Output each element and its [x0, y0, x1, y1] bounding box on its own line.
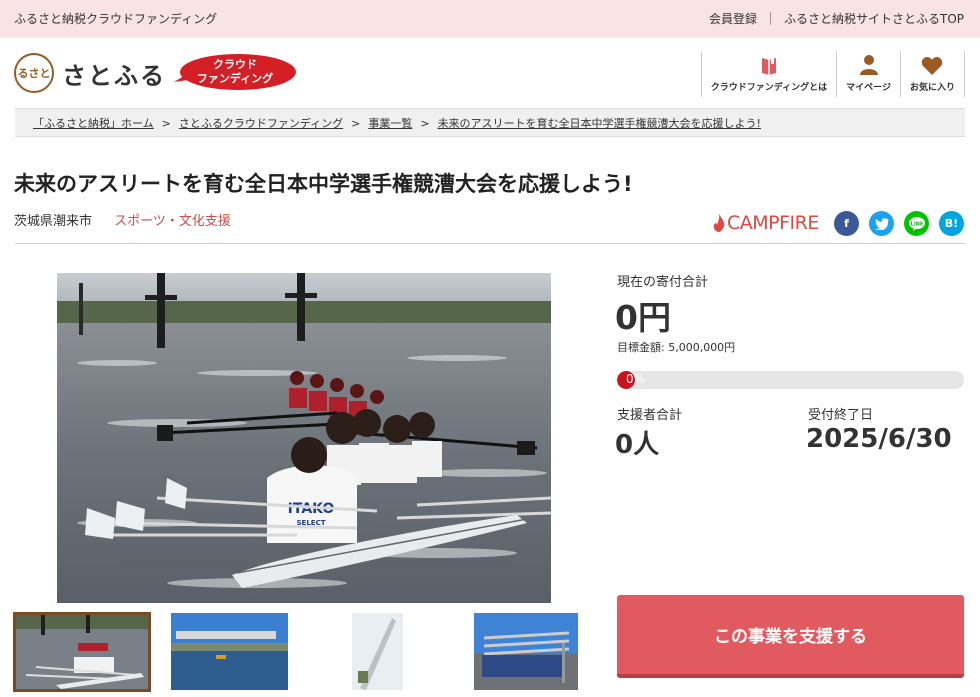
satofull-logo-mark[interactable]: るさと	[14, 53, 54, 93]
campfire-logo[interactable]: CAMPFIRE	[713, 212, 819, 234]
member-register-link[interactable]: 会員登録	[709, 10, 757, 27]
breadcrumb-projects[interactable]: 事業一覧	[368, 117, 412, 130]
divider	[15, 243, 965, 244]
badge-line-2: ファンディング	[196, 72, 274, 85]
svg-text:LINE: LINE	[910, 221, 923, 227]
thumbnail-boat-rack-image	[474, 613, 578, 690]
campfire-text: CAMPFIRE	[727, 212, 819, 234]
rowing-photo-image: ITAKO SELECT	[57, 273, 551, 603]
total-donation-value: 0円	[615, 298, 671, 337]
progress-bar: 0%	[617, 371, 964, 389]
header-nav: クラウドファンディングとは マイページ お気に入り	[700, 51, 965, 97]
speech-bubble-icon: LINE	[908, 216, 925, 231]
logo-mark-text: るさと	[17, 66, 51, 80]
twitter-share-icon[interactable]	[869, 211, 894, 236]
thumbnail-rowing-image	[16, 615, 148, 689]
nav-label: マイページ	[846, 83, 891, 93]
satofull-logo-text[interactable]: さとふる	[62, 56, 166, 91]
prefecture-label: 茨城県潮来市	[14, 214, 93, 229]
site-tagline: ふるさと納税クラウドファンディング	[14, 12, 218, 26]
thumbnail-2[interactable]	[171, 613, 288, 690]
supporters-label: 支援者合計	[617, 408, 683, 423]
crowdfunding-badge[interactable]: クラウド ファンディング	[172, 52, 298, 92]
main-photo: ITAKO SELECT	[57, 273, 551, 603]
social-share: f LINE B!	[834, 211, 974, 236]
thumbnail-4[interactable]	[474, 613, 578, 690]
breadcrumb-crowdfunding[interactable]: さとふるクラウドファンディング	[179, 117, 343, 130]
breadcrumb-sep: >	[420, 117, 430, 130]
thumbnail-oar-image	[352, 613, 403, 690]
nav-label: クラウドファンディングとは	[710, 83, 828, 93]
badge-line-1: クラウド	[213, 58, 257, 71]
top-links: 会員登録 ふるさと納税サイトさとふるTOP	[709, 10, 964, 27]
flame-icon	[713, 214, 725, 232]
page-title: 未来のアスリートを育む全日本中学選手権競漕大会を応援しよう!	[14, 172, 633, 196]
project-meta: 茨城県潮来市 スポーツ・文化支援	[14, 210, 231, 229]
line-share-icon[interactable]: LINE	[904, 211, 929, 236]
category-link[interactable]: スポーツ・文化支援	[114, 214, 231, 229]
bird-icon	[874, 217, 889, 230]
top-bar: ふるさと納税クラウドファンディング 会員登録 ふるさと納税サイトさとふるTOP	[0, 0, 980, 38]
divider	[769, 12, 771, 25]
breadcrumb-sep: >	[351, 117, 361, 130]
supporters-value: 0人	[615, 430, 660, 460]
total-donation-label: 現在の寄付合計	[617, 275, 709, 290]
deadline-value: 2025/6/30	[806, 424, 952, 454]
book-icon	[761, 56, 776, 75]
nav-label: お気に入り	[909, 83, 955, 93]
site-header: るさと さとふる クラウド ファンディング クラウドファンディングとは マイペー…	[0, 38, 980, 106]
nav-favorites[interactable]: お気に入り	[899, 51, 965, 97]
nav-mypage[interactable]: マイページ	[836, 51, 900, 97]
breadcrumb-sep: >	[161, 117, 171, 130]
support-project-button[interactable]: この事業を支援する	[617, 595, 964, 678]
deadline-label: 受付終了日	[808, 408, 874, 423]
goal-amount: 目標金額: 5,000,000円	[617, 341, 736, 354]
thumbnail-1[interactable]	[13, 612, 151, 692]
hatena-glyph: B!	[944, 217, 959, 230]
person-icon	[859, 55, 878, 75]
nav-about-crowdfunding[interactable]: クラウドファンディングとは	[700, 51, 836, 97]
heart-icon	[922, 57, 943, 75]
thumbnail-bridge-image	[171, 613, 288, 690]
thumbnail-3[interactable]	[352, 613, 403, 690]
facebook-glyph: f	[844, 217, 849, 230]
breadcrumb-current[interactable]: 未来のアスリートを育む全日本中学選手権競漕大会を応援しよう!	[438, 117, 761, 130]
breadcrumb-home[interactable]: 「ふるさと納税」ホーム	[33, 117, 154, 130]
breadcrumb: 「ふるさと納税」ホーム > さとふるクラウドファンディング > 事業一覧 > 未来のアスリー…	[15, 108, 965, 137]
facebook-share-icon[interactable]: f	[834, 211, 859, 236]
site-top-link[interactable]: ふるさと納税サイトさとふるTOP	[784, 10, 964, 27]
progress-percent: 0%	[626, 372, 646, 386]
hatena-share-icon[interactable]: B!	[939, 211, 964, 236]
